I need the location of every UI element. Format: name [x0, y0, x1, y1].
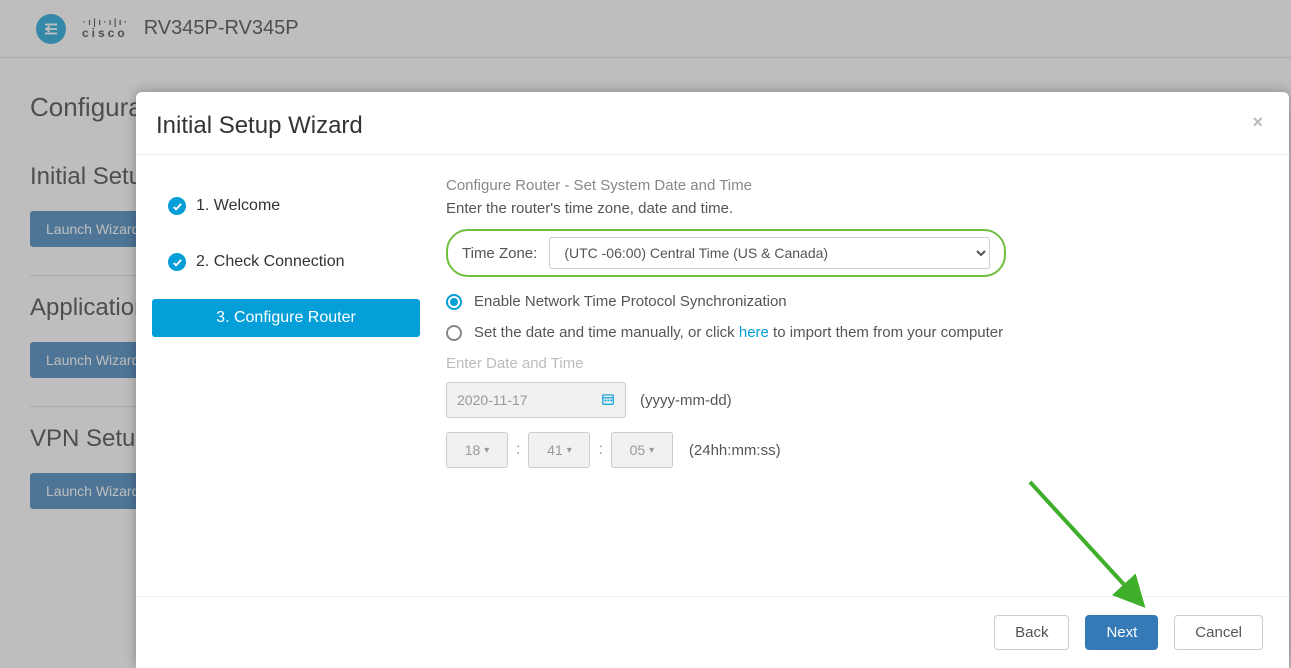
step-configure-label: 3. Configure Router: [216, 309, 356, 327]
time-hint: (24hh:mm:ss): [689, 442, 781, 459]
radio-manual-label: Set the date and time manually, or click…: [474, 324, 1003, 341]
back-button[interactable]: Back: [994, 615, 1069, 650]
content-subtitle: Configure Router - Set System Date and T…: [446, 177, 1269, 194]
modal-title: Initial Setup Wizard: [156, 112, 363, 140]
initial-setup-modal: Initial Setup Wizard × 1. Welcome 2. Che…: [136, 92, 1289, 668]
step-welcome[interactable]: 1. Welcome: [152, 187, 420, 225]
next-button[interactable]: Next: [1085, 615, 1158, 650]
minute-select[interactable]: 41 ▾: [528, 432, 590, 468]
date-value: 2020-11-17: [457, 392, 528, 408]
step-configure-router[interactable]: 3. Configure Router: [152, 299, 420, 337]
wizard-content: Configure Router - Set System Date and T…: [436, 155, 1289, 596]
modal-footer: Back Next Cancel: [136, 596, 1289, 668]
wizard-steps: 1. Welcome 2. Check Connection 3. Config…: [136, 155, 436, 596]
radio-ntp-label: Enable Network Time Protocol Synchroniza…: [474, 293, 787, 310]
cancel-button[interactable]: Cancel: [1174, 615, 1263, 650]
import-here-link[interactable]: here: [739, 324, 769, 341]
check-icon: [168, 253, 186, 271]
close-icon[interactable]: ×: [1252, 112, 1263, 133]
modal-header: Initial Setup Wizard ×: [136, 92, 1289, 155]
chevron-down-icon: ▾: [649, 445, 654, 456]
step-check-connection[interactable]: 2. Check Connection: [152, 243, 420, 281]
date-hint: (yyyy-mm-dd): [640, 392, 732, 409]
second-select[interactable]: 05 ▾: [611, 432, 673, 468]
step-welcome-label: 1. Welcome: [196, 197, 280, 215]
chevron-down-icon: ▾: [567, 445, 572, 456]
date-input[interactable]: 2020-11-17: [446, 382, 626, 418]
content-instruction: Enter the router's time zone, date and t…: [446, 200, 1269, 217]
radio-unselected-icon: [446, 325, 462, 341]
radio-selected-icon: [446, 294, 462, 310]
hour-select[interactable]: 18 ▾: [446, 432, 508, 468]
enter-date-time-label: Enter Date and Time: [446, 355, 1269, 372]
timezone-select[interactable]: (UTC -06:00) Central Time (US & Canada): [549, 237, 990, 269]
timezone-row: Time Zone: (UTC -06:00) Central Time (US…: [446, 229, 1006, 277]
radio-manual[interactable]: Set the date and time manually, or click…: [446, 324, 1269, 341]
chevron-down-icon: ▾: [484, 445, 489, 456]
timezone-label: Time Zone:: [462, 245, 537, 262]
radio-ntp[interactable]: Enable Network Time Protocol Synchroniza…: [446, 293, 1269, 310]
calendar-icon: [601, 392, 615, 409]
step-check-label: 2. Check Connection: [196, 253, 345, 271]
check-icon: [168, 197, 186, 215]
